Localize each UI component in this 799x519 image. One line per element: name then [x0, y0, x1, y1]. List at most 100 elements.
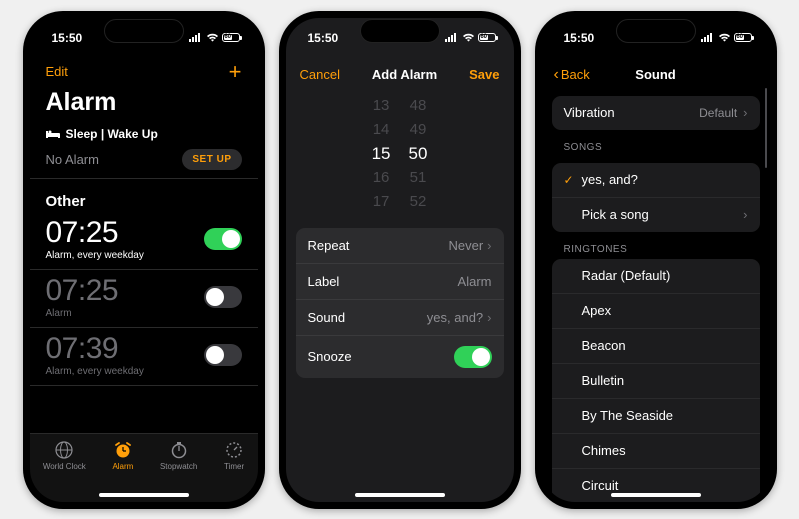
ringtone-row[interactable]: Chimes [552, 434, 760, 469]
setup-button[interactable]: SET UP [182, 149, 241, 170]
song-name: yes, and? [582, 172, 748, 187]
status-indicators: 60 [189, 33, 240, 42]
ringtone-row[interactable]: Radar (Default) [552, 259, 760, 294]
sleep-section-label: Sleep | Wake Up [66, 127, 158, 141]
ringtone-name: Chimes [582, 443, 748, 458]
bed-icon [46, 129, 60, 139]
phone-add-alarm: 15:50 60 Cancel Add Alarm Save 121314151… [279, 11, 521, 509]
ringtone-row[interactable]: Beacon [552, 329, 760, 364]
repeat-row[interactable]: Repeat Never › [296, 228, 504, 264]
label-value: Alarm [458, 274, 492, 289]
dynamic-island [616, 19, 696, 43]
song-selected-row[interactable]: ✓ yes, and? [552, 163, 760, 198]
page-title: Sound [635, 67, 675, 82]
pick-song-row[interactable]: Pick a song › [552, 198, 760, 232]
globe-icon [54, 440, 74, 460]
no-alarm-label: No Alarm [46, 152, 99, 167]
vibration-row[interactable]: Vibration Default › [552, 96, 760, 130]
alarm-toggle[interactable] [204, 344, 242, 366]
alarm-row[interactable]: 07:25 Alarm, every weekday [30, 212, 258, 270]
vibration-label: Vibration [564, 105, 700, 120]
status-indicators: 60 [445, 33, 496, 42]
back-button[interactable]: ‹Back [554, 66, 590, 84]
status-indicators: 60 [701, 33, 752, 42]
snooze-toggle[interactable] [454, 346, 492, 368]
chevron-right-icon: › [743, 105, 747, 120]
alarm-row[interactable]: 07:39Alarm, every weekday [30, 328, 258, 386]
home-indicator[interactable] [99, 493, 189, 497]
signal-icon [701, 33, 715, 42]
snooze-label: Snooze [308, 349, 352, 364]
chevron-left-icon: ‹ [554, 66, 559, 84]
save-button[interactable]: Save [469, 67, 499, 82]
ringtone-row[interactable]: Bulletin [552, 364, 760, 399]
ringtone-name: Bulletin [582, 373, 748, 388]
pick-song-label: Pick a song [582, 207, 744, 222]
page-title: Alarm [46, 88, 242, 117]
phone-alarm-list: 15:50 60 Edit + Alarm Sleep | Wake Up No… [23, 11, 265, 509]
tab-label: World Clock [43, 462, 86, 471]
alarm-time: 07:25 [46, 276, 119, 306]
alarm-time: 07:25 [46, 218, 144, 248]
sound-value: yes, and? [427, 310, 483, 325]
tab-label: Timer [224, 462, 244, 471]
home-indicator[interactable] [611, 493, 701, 497]
tab-bar: World Clock Alarm Stopwatch Timer [30, 433, 258, 502]
tab-alarm[interactable]: Alarm [112, 440, 133, 471]
ringtone-row[interactable]: Apex [552, 294, 760, 329]
alarm-clock-icon [113, 440, 133, 460]
add-alarm-button[interactable]: + [229, 61, 242, 83]
repeat-value: Never [448, 238, 483, 253]
ringtone-row[interactable]: Circuit [552, 469, 760, 502]
tab-world-clock[interactable]: World Clock [43, 440, 86, 471]
tab-timer[interactable]: Timer [224, 440, 244, 471]
alarm-sub: Alarm [46, 308, 119, 319]
status-time: 15:50 [564, 31, 595, 45]
other-section-header: Other [30, 179, 258, 212]
status-time: 15:50 [52, 31, 83, 45]
battery-icon: 60 [734, 33, 752, 42]
sleep-section-header: Sleep | Wake Up [30, 127, 258, 141]
stopwatch-icon [169, 440, 189, 460]
scroll-indicator[interactable] [765, 88, 767, 168]
chevron-right-icon: › [487, 238, 491, 253]
battery-icon: 60 [478, 33, 496, 42]
hour-picker-column[interactable]: 12131415161718 [372, 94, 391, 214]
phone-sound-picker: 15:50 60 ‹Back Sound Vibration Default ›… [535, 11, 777, 509]
dynamic-island [360, 19, 440, 43]
alarm-toggle[interactable] [204, 286, 242, 308]
status-time: 15:50 [308, 31, 339, 45]
tab-stopwatch[interactable]: Stopwatch [160, 440, 197, 471]
ringtones-header: RINGTONES [542, 232, 770, 259]
repeat-label: Repeat [308, 238, 350, 253]
modal-title: Add Alarm [372, 67, 437, 82]
tab-label: Stopwatch [160, 462, 197, 471]
sound-label: Sound [308, 310, 346, 325]
wifi-icon [462, 33, 475, 42]
chevron-right-icon: › [487, 310, 491, 325]
vibration-value: Default [699, 106, 737, 120]
edit-button[interactable]: Edit [46, 64, 68, 79]
chevron-right-icon: › [743, 207, 747, 222]
ringtone-row[interactable]: By The Seaside [552, 399, 760, 434]
back-label: Back [561, 67, 590, 82]
cancel-button[interactable]: Cancel [300, 67, 340, 82]
tab-label: Alarm [112, 462, 133, 471]
label-row[interactable]: Label Alarm [296, 264, 504, 300]
time-picker[interactable]: 12131415161718 47484950515253 [286, 94, 514, 214]
alarm-sub: Alarm, every weekday [46, 250, 144, 261]
alarm-row[interactable]: 07:25 Alarm [30, 270, 258, 328]
sound-row[interactable]: Sound yes, and? › [296, 300, 504, 336]
minute-picker-column[interactable]: 47484950515253 [409, 94, 428, 214]
label-label: Label [308, 274, 340, 289]
battery-icon: 60 [222, 33, 240, 42]
alarm-settings-group: Repeat Never › Label Alarm Sound yes, and… [296, 228, 504, 378]
snooze-row: Snooze [296, 336, 504, 378]
dynamic-island [104, 19, 184, 43]
home-indicator[interactable] [355, 493, 445, 497]
alarm-toggle[interactable] [204, 228, 242, 250]
signal-icon [189, 33, 203, 42]
ringtones-list: Radar (Default)Apex Beacon Bulletin By The … [552, 259, 760, 502]
wifi-icon [206, 33, 219, 42]
ringtone-name: Beacon [582, 338, 748, 353]
